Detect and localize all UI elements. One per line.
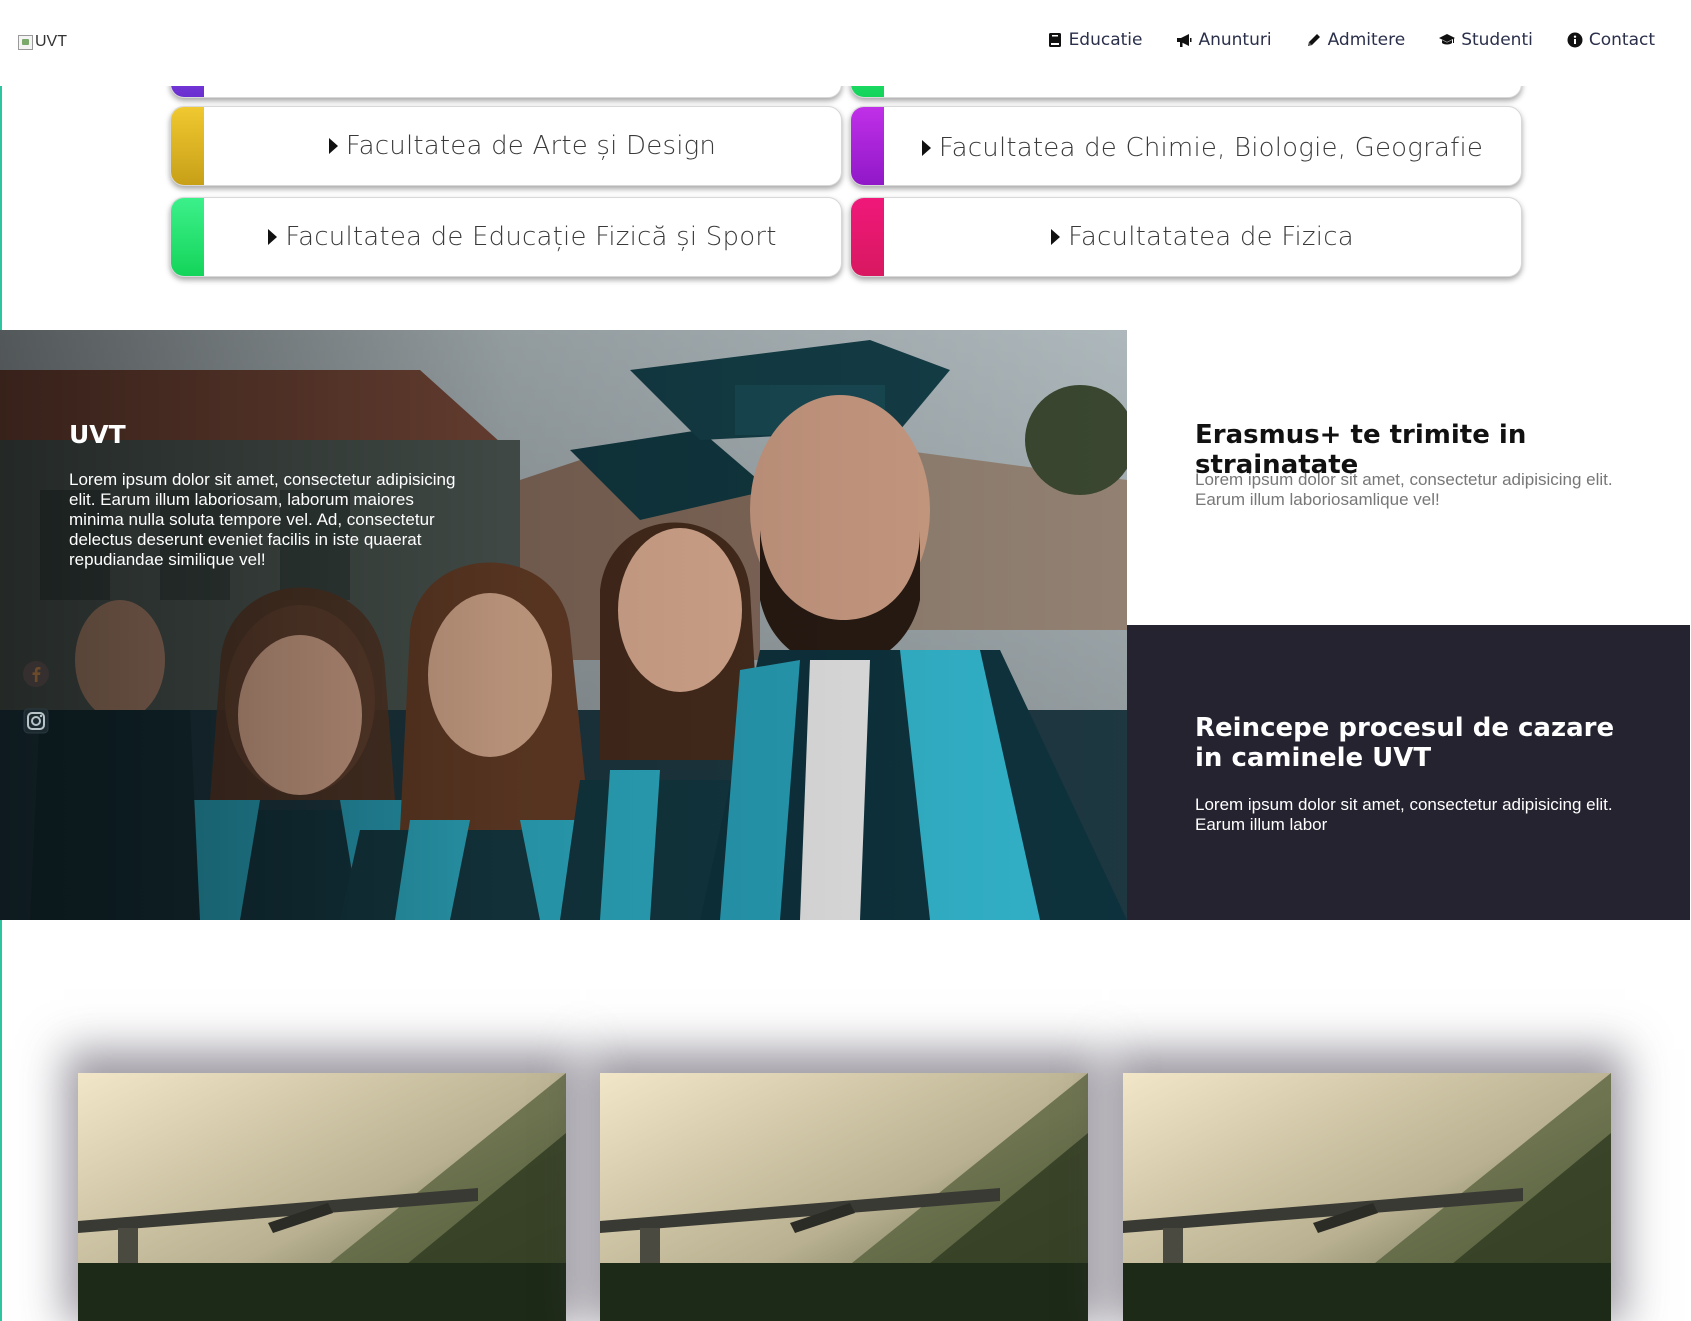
card-image-foggy-bridge <box>1123 1073 1611 1321</box>
site-logo[interactable]: UVT <box>18 33 67 51</box>
nav-item-anunturi[interactable]: Anunturi <box>1176 30 1272 50</box>
card-image-foggy-bridge <box>78 1073 566 1321</box>
nav-item-admitere[interactable]: Admitere <box>1306 30 1406 50</box>
faculty-label: Facultatea de Educație Fizică și Sport <box>204 198 841 276</box>
hero-title: UVT <box>69 420 126 449</box>
faculty-color-stripe <box>171 107 204 185</box>
faculty-color-stripe <box>851 198 884 276</box>
news-panel-erasmus[interactable]: Erasmus+ te trimite in strainatate Lorem… <box>1127 330 1690 625</box>
news-card-2[interactable] <box>600 1073 1088 1321</box>
news-panel-cazare[interactable]: Reincepe procesul de cazare in caminele … <box>1127 625 1690 920</box>
hero-text: Lorem ipsum dolor sit amet, consectetur … <box>69 470 456 569</box>
logo-alt-text: UVT <box>35 33 67 50</box>
faculty-color-stripe <box>171 198 204 276</box>
faculty-name: Facultatea de Educație Fizică și Sport <box>285 222 777 252</box>
news-text: Lorem ipsum dolor sit amet, consectetur … <box>1195 795 1613 834</box>
hero-graduates-image <box>0 330 1127 920</box>
nav-menu: Educatie Anunturi Admitere Studenti Cont… <box>1047 30 1655 50</box>
instagram-icon[interactable] <box>22 707 50 735</box>
caret-right-icon <box>921 140 931 156</box>
faculty-name: Facultatea de Chimie, Biologie, Geografi… <box>938 133 1484 163</box>
broken-image-icon <box>18 34 33 50</box>
info-circle-icon <box>1567 32 1583 48</box>
graduates-photo <box>0 330 1127 920</box>
faculty-color-stripe <box>851 107 884 185</box>
faculty-label: Facultatatea de Fizica <box>884 198 1521 276</box>
nav-label: Studenti <box>1461 30 1533 50</box>
faculty-name: Facultatea de Arte și Design <box>345 131 717 161</box>
news-text: Lorem ipsum dolor sit amet, consectetur … <box>1195 470 1613 509</box>
top-navbar: UVT Educatie Anunturi Admitere Studenti … <box>0 0 1691 86</box>
faculty-label: Facultatea de Arte și Design <box>204 107 841 185</box>
nav-label: Anunturi <box>1198 30 1272 50</box>
caret-right-icon <box>328 138 338 154</box>
nav-label: Contact <box>1588 30 1655 50</box>
book-icon <box>1048 33 1061 47</box>
faculty-label: Facultatea de Chimie, Biologie, Geografi… <box>884 107 1521 185</box>
faculty-name: Facultatatea de Fizica <box>1068 222 1354 252</box>
news-card-1[interactable] <box>78 1073 566 1321</box>
faculty-card-chimie-biologie-geografie[interactable]: Facultatea de Chimie, Biologie, Geografi… <box>850 106 1522 186</box>
faculty-card-arte-design[interactable]: Facultatea de Arte și Design <box>170 106 842 186</box>
faculty-card-educatie-fizica-sport[interactable]: Facultatea de Educație Fizică și Sport <box>170 197 842 277</box>
pencil-icon <box>1307 34 1320 46</box>
facebook-icon[interactable] <box>22 660 50 688</box>
nav-item-educatie[interactable]: Educatie <box>1047 30 1143 50</box>
nav-label: Educatie <box>1068 30 1143 50</box>
nav-label: Admitere <box>1327 30 1406 50</box>
faculty-card-fizica[interactable]: Facultatatea de Fizica <box>850 197 1522 277</box>
nav-item-contact[interactable]: Contact <box>1567 30 1655 50</box>
card-image-foggy-bridge <box>600 1073 1088 1321</box>
news-title[interactable]: Reincepe procesul de cazare in caminele … <box>1195 713 1635 773</box>
news-card-3[interactable] <box>1123 1073 1611 1321</box>
caret-right-icon <box>1051 229 1061 245</box>
caret-right-icon <box>268 229 278 245</box>
graduation-cap-icon <box>1439 34 1456 45</box>
megaphone-icon <box>1177 34 1192 47</box>
nav-item-studenti[interactable]: Studenti <box>1439 30 1533 50</box>
